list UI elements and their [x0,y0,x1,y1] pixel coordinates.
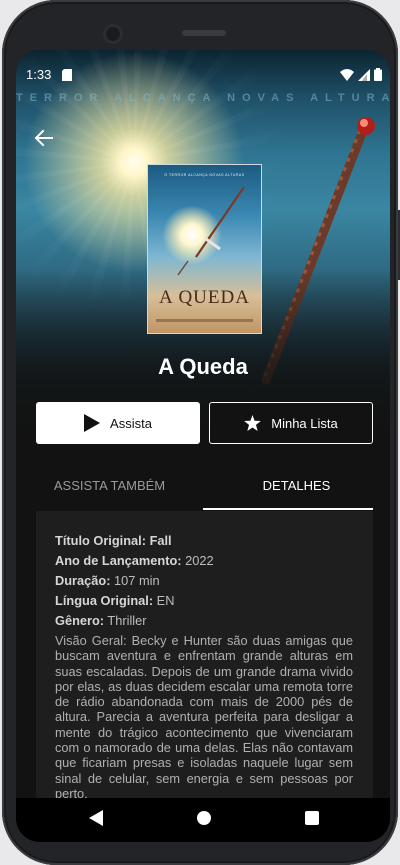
watch-button-label: Assista [110,415,152,431]
star-icon [244,415,262,431]
play-icon [84,414,101,432]
movie-title: A Queda [158,354,248,379]
status-bar: 1:33 [16,50,390,98]
recents-square-icon[interactable] [305,811,319,830]
poster-credits [156,319,253,322]
wifi-icon [340,68,354,86]
detail-label: Título Original: [55,533,146,548]
poster-title: A QUEDA [159,287,250,308]
system-nav-bar [16,798,390,842]
detail-duration: Duração: 107 min [55,571,353,591]
tab-watch-also[interactable]: ASSISTA TAMBÉM [16,468,203,512]
detail-value: Thriller [107,613,147,628]
detail-label: Língua Original: [55,593,154,608]
detail-original-language: Língua Original: EN [55,591,353,611]
signal-icon [358,68,370,86]
detail-label: Ano de Lançamento: [55,553,182,568]
watch-button[interactable]: Assista [36,402,200,444]
back-button[interactable] [32,126,56,150]
detail-label: Gênero: [55,613,105,628]
status-icons [340,68,382,86]
detail-value: 2022 [185,553,214,568]
detail-value: 107 min [114,573,160,588]
tab-active-indicator [203,508,373,510]
arrow-left-icon [34,129,53,147]
battery-icon [374,68,382,86]
earpiece [182,30,226,36]
tab-bar: ASSISTA TAMBÉM DETALHES [16,468,390,512]
my-list-button-label: Minha Lista [271,415,338,431]
detail-label: Duração: [55,573,111,588]
status-time: 1:33 [26,67,52,82]
my-list-button[interactable]: Minha Lista [209,402,373,444]
sim-card-icon [62,68,72,86]
home-circle-icon[interactable] [197,811,211,830]
phone-frame: TERROR ALCANÇA NOVAS ALTURAS 1:33 O TERR… [2,0,400,865]
details-panel: Título Original: Fall Ano de Lançamento:… [36,511,373,798]
app-screen: TERROR ALCANÇA NOVAS ALTURAS 1:33 O TERR… [16,50,390,842]
detail-label: Visão Geral: [55,633,127,648]
movie-poster: O TERROR ALCANÇA NOVAS ALTURAS A QUEDA [147,164,262,334]
tab-details[interactable]: DETALHES [203,468,390,512]
detail-release-year: Ano de Lançamento: 2022 [55,551,353,571]
detail-genre: Gênero: Thriller [55,611,353,631]
detail-value: EN [156,593,175,608]
detail-value: Becky e Hunter são duas amigas que busca… [55,633,353,798]
back-triangle-icon[interactable] [89,810,103,831]
front-camera [103,24,123,44]
detail-value: Fall [149,533,172,548]
detail-original-title: Título Original: Fall [55,531,353,551]
detail-overview: Visão Geral: Becky e Hunter são duas ami… [55,633,353,798]
